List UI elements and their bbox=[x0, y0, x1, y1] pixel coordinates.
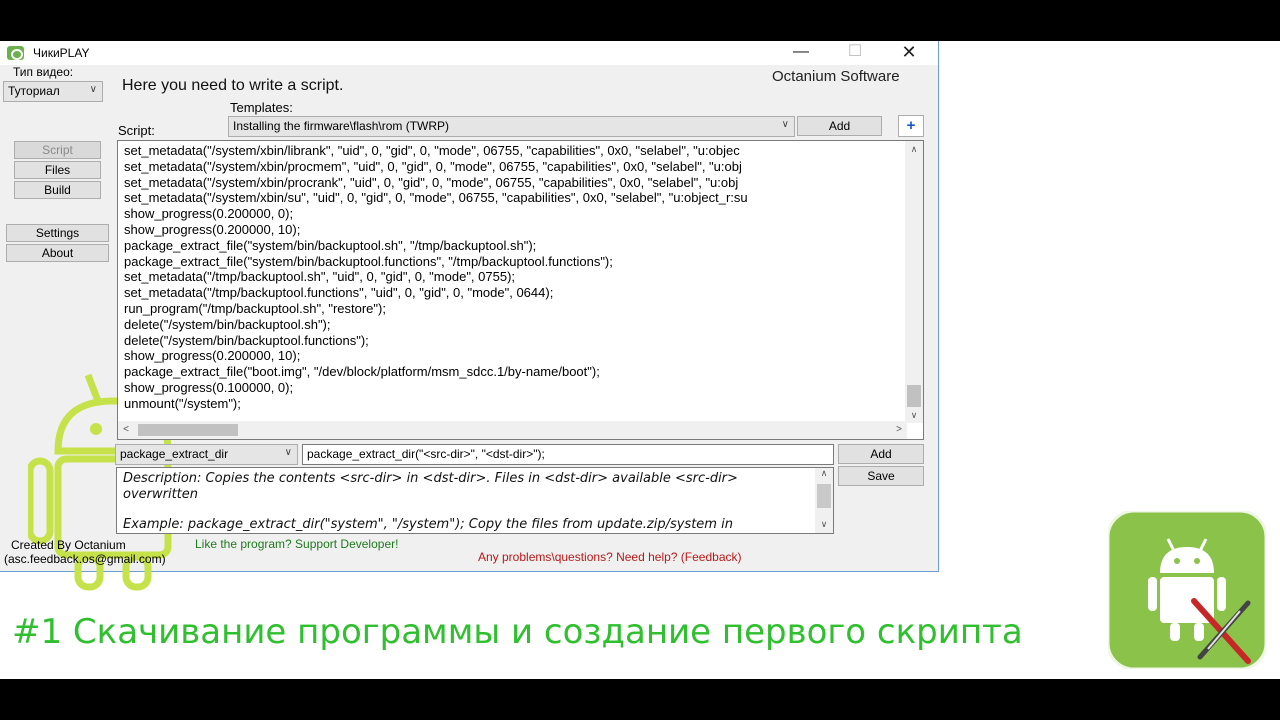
script-line: delete("/system/bin/backuptool.sh"); bbox=[124, 316, 331, 332]
add-template-button[interactable]: Add bbox=[797, 116, 882, 136]
feedback-link[interactable]: Any problems\questions? Need help? (Feed… bbox=[478, 550, 741, 564]
scroll-thumb-horizontal[interactable] bbox=[138, 424, 238, 436]
maximize-button[interactable]: ☐ bbox=[832, 41, 878, 65]
email-label: (asc.feedback.os@gmail.com) bbox=[4, 552, 166, 566]
top-letterbox bbox=[0, 0, 1280, 41]
description-line-1: Description: Copies the contents <src-di… bbox=[123, 471, 738, 486]
nav-build-button[interactable]: Build bbox=[14, 181, 101, 199]
close-button[interactable]: ✕ bbox=[886, 41, 932, 65]
script-line: package_extract_file("system/bin/backupt… bbox=[124, 253, 613, 269]
scroll-left-icon[interactable]: < bbox=[118, 421, 134, 439]
nav-script-button[interactable]: Script bbox=[14, 141, 101, 159]
scroll-thumb[interactable] bbox=[907, 385, 921, 407]
script-editor[interactable]: set_metadata("/system/xbin/librank", "ui… bbox=[117, 140, 924, 440]
chevron-down-icon: ∨ bbox=[284, 447, 292, 458]
script-line: set_metadata("/tmp/backuptool.sh", "uid"… bbox=[124, 269, 516, 285]
scroll-down-icon[interactable]: ∨ bbox=[815, 519, 833, 533]
support-developer-link[interactable]: Like the program? Support Developer! bbox=[195, 537, 398, 551]
window-title: ЧикиPLAY bbox=[33, 46, 90, 60]
script-line: set_metadata("/system/xbin/procrank", "u… bbox=[124, 174, 739, 190]
script-line: show_progress(0.200000, 10); bbox=[124, 348, 301, 364]
brand-label: Octanium Software bbox=[772, 68, 900, 85]
video-type-value: Туториал bbox=[8, 84, 60, 98]
script-line: package_extract_file("system/bin/backupt… bbox=[124, 237, 537, 253]
add-command-button[interactable]: Add bbox=[838, 444, 924, 464]
template-select[interactable]: Installing the firmware\flash\rom (TWRP)… bbox=[228, 116, 795, 137]
bottom-letterbox bbox=[0, 679, 1280, 720]
script-line: set_metadata("/system/xbin/librank", "ui… bbox=[124, 143, 740, 158]
vertical-scrollbar[interactable]: ∧ ∨ bbox=[905, 141, 923, 423]
script-line: package_extract_file("boot.img", "/dev/b… bbox=[124, 364, 600, 380]
script-line: show_progress(0.200000, 0); bbox=[124, 206, 294, 222]
command-select-value: package_extract_dir bbox=[120, 447, 229, 461]
page-heading: Here you need to write a script. bbox=[122, 77, 344, 94]
horizontal-scrollbar[interactable]: < > bbox=[118, 421, 907, 439]
scroll-down-icon[interactable]: ∨ bbox=[905, 407, 923, 423]
scroll-up-icon[interactable]: ∧ bbox=[815, 468, 833, 482]
command-input-value: package_extract_dir("<src-dir>", "<dst-d… bbox=[307, 447, 545, 461]
script-line: set_metadata("/tmp/backuptool.functions"… bbox=[124, 285, 554, 301]
created-by-label: Created By Octanium bbox=[11, 538, 126, 552]
description-line-2: overwritten bbox=[123, 487, 199, 502]
script-line: show_progress(0.200000, 10); bbox=[124, 222, 301, 237]
script-line: run_program("/tmp/backuptool.sh", "resto… bbox=[124, 301, 386, 316]
script-line: show_progress(0.100000, 0); bbox=[124, 380, 294, 395]
scroll-thumb[interactable] bbox=[817, 484, 831, 508]
app-icon bbox=[7, 46, 24, 60]
minimize-button[interactable]: — bbox=[778, 41, 824, 65]
description-box: Description: Copies the contents <src-di… bbox=[116, 467, 834, 534]
command-select[interactable]: package_extract_dir ∨ bbox=[115, 444, 298, 465]
title-bar: ЧикиPLAY — ☐ ✕ bbox=[0, 41, 938, 65]
description-example: Example: package_extract_dir("system", "… bbox=[123, 517, 733, 532]
nav-settings-button[interactable]: Settings bbox=[6, 224, 109, 242]
save-button[interactable]: Save bbox=[838, 466, 924, 486]
script-line: unmount("/system"); bbox=[124, 395, 241, 411]
plus-button[interactable]: + bbox=[898, 115, 924, 137]
chevron-down-icon: ∨ bbox=[89, 84, 97, 95]
templates-label: Templates: bbox=[230, 100, 293, 115]
script-line: set_metadata("/system/xbin/su", "uid", 0… bbox=[124, 190, 748, 206]
script-line: delete("/system/bin/backuptool.functions… bbox=[124, 332, 369, 348]
nav-about-button[interactable]: About bbox=[6, 244, 109, 262]
scroll-right-icon[interactable]: > bbox=[891, 421, 907, 439]
video-caption: #1 Скачивание программы и создание перво… bbox=[12, 612, 1023, 652]
app-window: ЧикиPLAY — ☐ ✕ Тип видео: Туториал ∨ Scr… bbox=[0, 41, 939, 591]
video-type-label: Тип видео: bbox=[13, 65, 74, 79]
video-type-select[interactable]: Туториал ∨ bbox=[3, 81, 103, 102]
script-line: set_metadata("/system/xbin/procmem", "ui… bbox=[124, 158, 742, 174]
app-logo-icon bbox=[1108, 511, 1266, 669]
description-scrollbar[interactable]: ∧ ∨ bbox=[815, 468, 833, 533]
script-label: Script: bbox=[118, 123, 155, 138]
template-value: Installing the firmware\flash\rom (TWRP) bbox=[233, 119, 450, 133]
command-input[interactable]: package_extract_dir("<src-dir>", "<dst-d… bbox=[302, 444, 834, 465]
nav-files-button[interactable]: Files bbox=[14, 161, 101, 179]
scroll-up-icon[interactable]: ∧ bbox=[905, 141, 923, 157]
chevron-down-icon: ∨ bbox=[781, 119, 789, 130]
